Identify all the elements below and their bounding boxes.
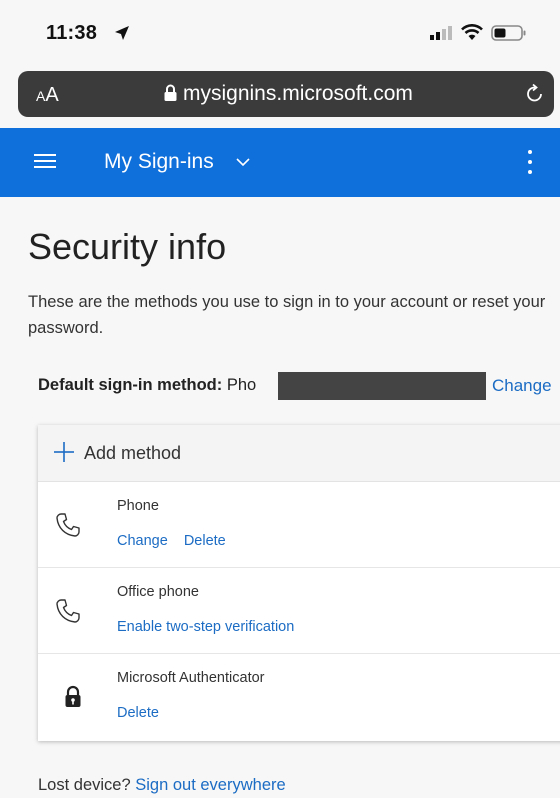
authenticator-lock-icon bbox=[65, 685, 81, 707]
delete-authenticator-link[interactable]: Delete bbox=[117, 705, 159, 721]
redaction-box bbox=[278, 372, 486, 400]
menu-icon[interactable] bbox=[34, 152, 56, 170]
change-phone-link[interactable]: Change bbox=[117, 533, 168, 549]
lost-device-text: Lost device? bbox=[38, 776, 131, 794]
page-title: Security info bbox=[28, 226, 227, 267]
method-name: Phone bbox=[117, 498, 159, 514]
url-text[interactable]: mysignins.microsoft.com bbox=[183, 82, 413, 106]
default-method-row: Default sign-in method: Pho bbox=[38, 376, 256, 395]
add-method-button[interactable]: Add method bbox=[38, 425, 560, 482]
app-header: My Sign-ins bbox=[0, 128, 560, 197]
location-arrow-icon bbox=[115, 26, 129, 40]
lost-device-row: Lost device? Sign out everywhere bbox=[38, 776, 286, 795]
delete-phone-link[interactable]: Delete bbox=[184, 533, 226, 549]
method-name: Office phone bbox=[117, 584, 199, 600]
method-item-phone: Phone Change Delete bbox=[38, 482, 560, 568]
status-bar: 11:38 bbox=[0, 0, 560, 62]
page-description: These are the methods you use to sign in… bbox=[28, 293, 546, 337]
app-title[interactable]: My Sign-ins bbox=[104, 150, 214, 174]
address-bar[interactable]: AA mysignins.microsoft.com bbox=[18, 71, 554, 117]
signal-icon bbox=[430, 26, 452, 40]
methods-card: Add method Phone Change Delete Office ph… bbox=[38, 425, 560, 741]
method-name: Microsoft Authenticator bbox=[117, 670, 265, 686]
default-method-label: Default sign-in method: bbox=[38, 376, 223, 394]
method-actions: Delete bbox=[117, 705, 171, 721]
text-size-button[interactable]: AA bbox=[36, 84, 59, 107]
wifi-icon bbox=[461, 24, 483, 40]
enable-two-step-link[interactable]: Enable two-step verification bbox=[117, 619, 294, 635]
phone-icon bbox=[56, 599, 80, 623]
more-options-icon[interactable] bbox=[527, 148, 533, 176]
phone-icon bbox=[56, 513, 80, 537]
battery-icon bbox=[491, 25, 526, 41]
reload-icon[interactable] bbox=[524, 83, 546, 105]
method-actions: Enable two-step verification bbox=[117, 619, 306, 635]
chevron-down-icon[interactable] bbox=[236, 157, 250, 167]
plus-icon bbox=[54, 442, 74, 462]
sign-out-everywhere-link[interactable]: Sign out everywhere bbox=[135, 776, 285, 794]
status-time: 11:38 bbox=[46, 22, 98, 44]
method-item-authenticator: Microsoft Authenticator Delete bbox=[38, 654, 560, 740]
method-item-office-phone: Office phone Enable two-step verificatio… bbox=[38, 568, 560, 654]
method-actions: Change Delete bbox=[117, 533, 238, 549]
add-method-label: Add method bbox=[84, 443, 182, 463]
lock-icon bbox=[164, 84, 177, 101]
default-method-value: Pho bbox=[226, 376, 257, 394]
change-default-method-link[interactable]: Change bbox=[492, 376, 552, 396]
